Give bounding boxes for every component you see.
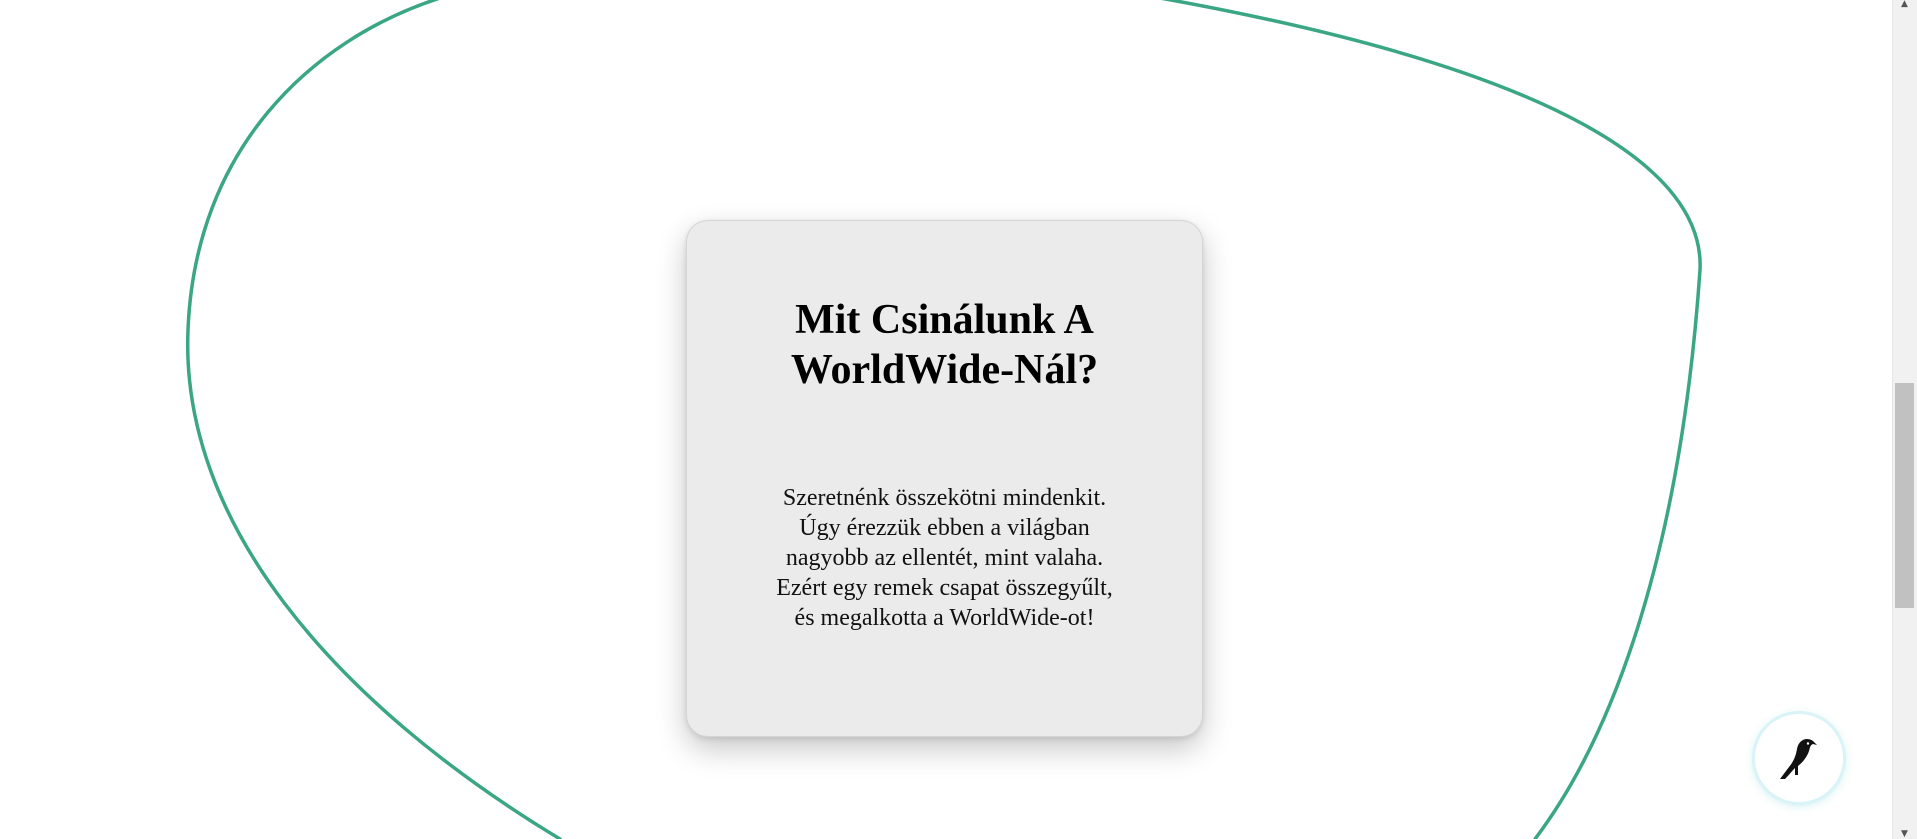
scroll-down-arrow-icon[interactable]: ▼ (1897, 830, 1912, 839)
wagtail-userbar-button[interactable] (1755, 714, 1843, 802)
scroll-up-arrow-icon[interactable]: ▲ (1897, 0, 1912, 9)
page: Mit Csinálunk A WorldWide-Nál? Szeretnén… (0, 0, 1917, 839)
about-card: Mit Csinálunk A WorldWide-Nál? Szeretnén… (686, 220, 1203, 737)
scrollbar-thumb[interactable] (1895, 383, 1914, 608)
bird-icon (1780, 739, 1817, 779)
card-title: Mit Csinálunk A WorldWide-Nál? (790, 297, 1099, 393)
card-description: Szeretnénk összekötni mindenkit. Úgy ére… (776, 485, 1113, 631)
